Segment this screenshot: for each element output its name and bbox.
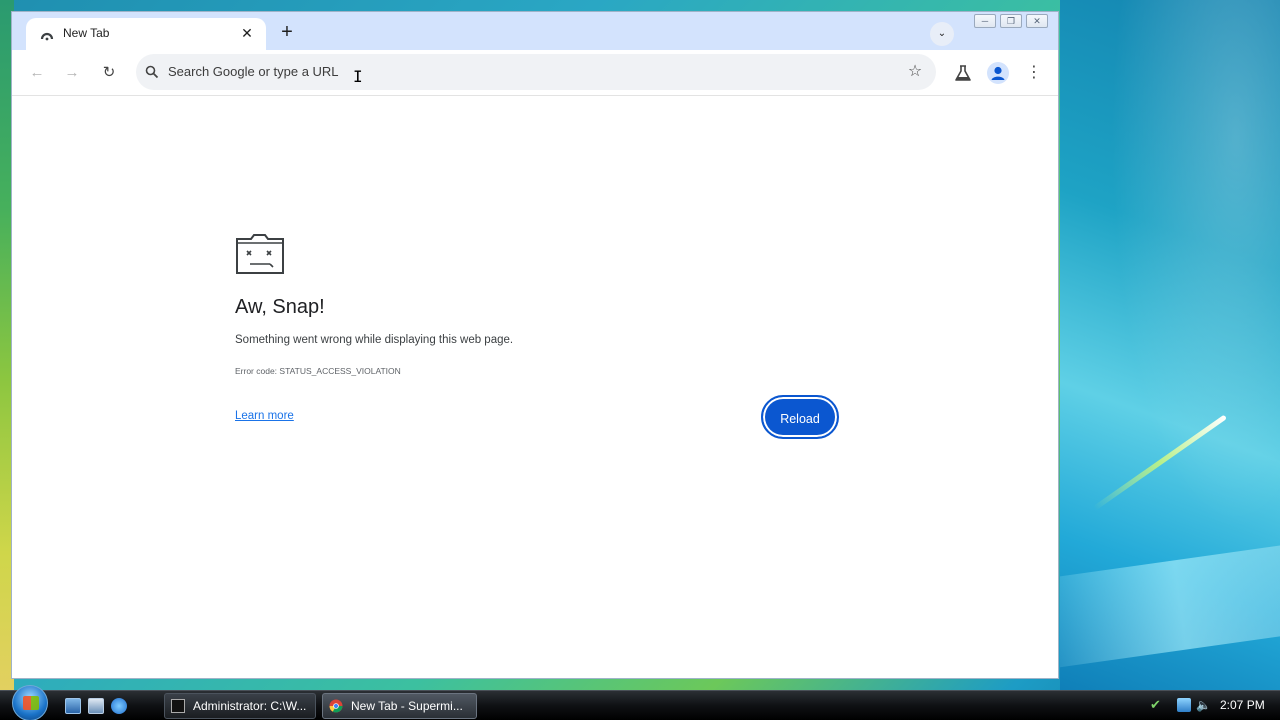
browser-window: New Tab ✕ + ⌄ ─ ❐ ✕ ← → ↻ Search Google … xyxy=(11,11,1059,679)
error-message: Something went wrong while displaying th… xyxy=(235,334,514,346)
new-tab-button[interactable]: + xyxy=(276,21,298,43)
taskbar-item-label: Administrator: C:\W... xyxy=(193,699,307,713)
bookmark-star-icon[interactable]: ☆ xyxy=(906,63,924,81)
desktop-background-right xyxy=(1060,0,1280,690)
close-window-button[interactable]: ✕ xyxy=(1026,14,1048,28)
windows-logo-icon xyxy=(23,696,39,710)
error-code: Error code: STATUS_ACCESS_VIOLATION xyxy=(235,366,401,376)
browser-toolbar: ← → ↻ Search Google or type a URL ☆ ⋮ xyxy=(12,50,1058,96)
taskbar-item-cmd[interactable]: Administrator: C:\W... xyxy=(164,693,316,719)
taskbar: Administrator: C:\W... New Tab - Supermi… xyxy=(0,685,1280,720)
labs-flask-icon[interactable] xyxy=(952,62,974,84)
window-controls: ─ ❐ ✕ xyxy=(974,14,1048,28)
show-desktop-icon[interactable] xyxy=(65,698,81,714)
start-button[interactable] xyxy=(12,685,48,720)
learn-more-link[interactable]: Learn more xyxy=(235,410,294,422)
switch-windows-icon[interactable] xyxy=(88,698,104,714)
tab-title: New Tab xyxy=(63,26,110,40)
tray-network-icon[interactable] xyxy=(1177,698,1191,712)
back-arrow-icon[interactable]: ← xyxy=(25,61,49,85)
sad-tab-icon xyxy=(236,234,284,274)
tray-checkmark-icon[interactable]: ✔ xyxy=(1150,698,1164,712)
text-cursor-icon: I xyxy=(353,67,363,86)
address-bar[interactable]: Search Google or type a URL ☆ xyxy=(136,54,936,90)
reload-icon[interactable]: ↻ xyxy=(97,61,121,85)
wallpaper-band xyxy=(1060,538,1280,672)
tab-new-tab[interactable]: New Tab ✕ xyxy=(26,18,266,50)
tab-close-icon[interactable]: ✕ xyxy=(238,24,256,42)
taskbar-item-chrome[interactable]: New Tab - Supermi... xyxy=(322,693,477,719)
search-icon xyxy=(145,65,159,79)
forward-arrow-icon[interactable]: → xyxy=(60,61,84,85)
error-title: Aw, Snap! xyxy=(235,296,325,318)
tray-volume-muted-icon[interactable]: 🔈 xyxy=(1196,698,1211,712)
taskbar-clock[interactable]: 2:07 PM xyxy=(1220,698,1265,712)
profile-avatar-icon[interactable] xyxy=(987,62,1009,84)
restore-button[interactable]: ❐ xyxy=(1000,14,1022,28)
menu-kebab-icon[interactable]: ⋮ xyxy=(1026,62,1042,84)
new-tab-favicon-icon xyxy=(40,32,54,41)
taskbar-item-label: New Tab - Supermi... xyxy=(351,699,463,713)
reload-button[interactable]: Reload xyxy=(761,395,839,439)
cmd-icon xyxy=(171,699,185,713)
tab-strip: New Tab ✕ + ⌄ ─ ❐ ✕ xyxy=(12,12,1058,50)
address-bar-placeholder: Search Google or type a URL xyxy=(168,64,339,79)
chrome-icon xyxy=(329,699,343,713)
tab-search-chevron-icon[interactable]: ⌄ xyxy=(930,22,954,46)
internet-explorer-icon[interactable] xyxy=(111,698,127,714)
minimize-button[interactable]: ─ xyxy=(974,14,996,28)
wallpaper-swoosh xyxy=(1093,414,1227,511)
